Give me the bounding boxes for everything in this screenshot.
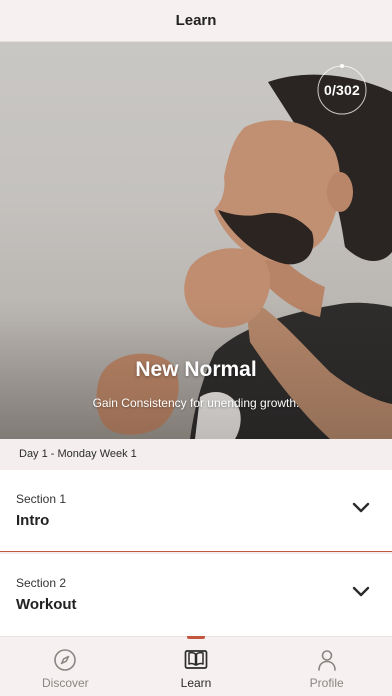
program-subtitle: Gain Consistency for unending growth. xyxy=(92,396,300,410)
page-title: Learn xyxy=(175,12,217,29)
section-workout[interactable]: Section 2 Workout xyxy=(0,554,392,636)
day-label: Day 1 - Monday Week 1 xyxy=(0,439,392,469)
hero-banner[interactable]: 0/302 New Normal Gain Consistency for un… xyxy=(0,42,392,439)
chevron-down-icon[interactable] xyxy=(352,502,370,514)
section-number: Section 1 xyxy=(16,492,67,506)
tab-learn[interactable]: Learn xyxy=(131,636,262,696)
active-tab-indicator xyxy=(187,636,205,639)
section-intro[interactable]: Section 1 Intro xyxy=(0,470,392,552)
compass-icon xyxy=(54,649,77,671)
chevron-down-icon[interactable] xyxy=(352,586,370,598)
tab-label: Discover xyxy=(41,676,89,690)
top-bar: Learn xyxy=(0,0,392,42)
book-icon xyxy=(184,650,208,669)
person-icon xyxy=(317,650,336,671)
bottom-tab-bar: Discover Learn Profile xyxy=(0,636,392,696)
section-number: Section 2 xyxy=(16,576,67,590)
section-name: Workout xyxy=(16,596,77,613)
section-name: Intro xyxy=(16,512,50,529)
progress-text: 0/302 xyxy=(323,82,361,98)
tab-profile[interactable]: Profile xyxy=(261,637,392,696)
progress-indicator: 0/302 xyxy=(316,64,368,116)
tab-label: Learn xyxy=(180,676,212,690)
program-title: New Normal xyxy=(135,358,257,381)
tab-label: Profile xyxy=(309,676,344,690)
tab-discover[interactable]: Discover xyxy=(0,637,131,696)
